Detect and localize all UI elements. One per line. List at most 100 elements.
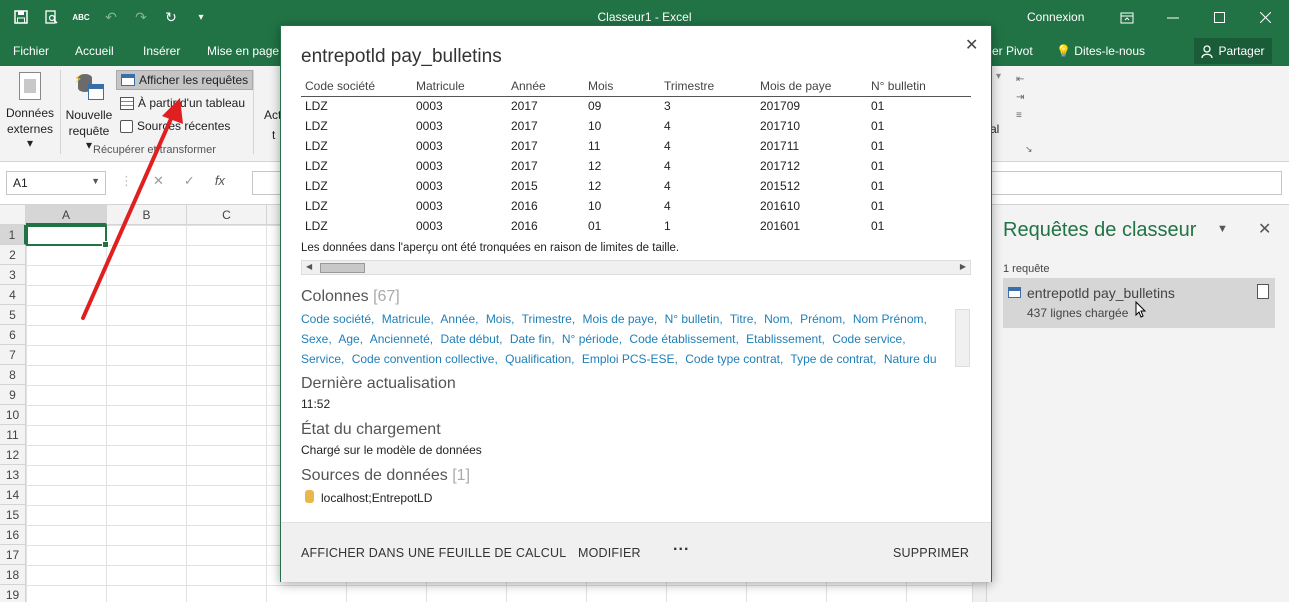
from-table-label: À partir d'un tableau xyxy=(138,96,246,110)
recent-sources-button[interactable]: Sources récentes xyxy=(116,116,234,136)
column-header-c[interactable]: C xyxy=(187,205,267,225)
column-link[interactable]: Code société, xyxy=(301,312,374,326)
chevron-down-icon[interactable]: ▼ xyxy=(1217,223,1228,235)
table-cell: 0003 xyxy=(416,159,443,173)
horizontal-scrollbar[interactable]: ◀ ▶ xyxy=(301,260,971,275)
minimize-icon[interactable] xyxy=(1150,0,1196,35)
column-link[interactable]: Sexe, xyxy=(301,332,332,346)
column-link[interactable]: Etablissement, xyxy=(746,332,825,346)
ribbon-separator xyxy=(253,70,254,154)
tab-insert[interactable]: Insérer xyxy=(143,44,180,58)
row-header[interactable]: 4 xyxy=(0,285,26,305)
column-link[interactable]: Qualification, xyxy=(505,352,574,366)
enter-icon[interactable]: ✓ xyxy=(184,173,195,189)
tab-power-pivot[interactable]: er Pivot xyxy=(992,44,1033,58)
row-header[interactable]: 14 xyxy=(0,485,26,505)
column-link[interactable]: Prénom, xyxy=(800,312,845,326)
refresh-all-partial-label[interactable]: Act xyxy=(264,108,281,122)
external-data-button[interactable]: Données externes ▾ xyxy=(5,72,55,150)
close-icon[interactable]: ✕ xyxy=(965,35,978,55)
refresh-document-icon[interactable] xyxy=(1257,284,1269,299)
column-link[interactable]: Age, xyxy=(338,332,363,346)
ribbon-separator xyxy=(60,70,61,154)
row-header[interactable]: 13 xyxy=(0,465,26,485)
table-cell: LDZ xyxy=(305,159,328,173)
column-header-b[interactable]: B xyxy=(107,205,187,225)
tab-page-layout[interactable]: Mise en page xyxy=(207,44,279,58)
insert-function-icon[interactable]: fx xyxy=(215,173,225,189)
column-link[interactable]: Mois, xyxy=(486,312,515,326)
scroll-left-icon[interactable]: ◀ xyxy=(306,262,312,271)
column-link[interactable]: Code type contrat, xyxy=(685,352,783,366)
row-header[interactable]: 8 xyxy=(0,365,26,385)
table-cell: 201711 xyxy=(760,139,800,153)
tell-me-box[interactable]: 💡 Dites-le-nous xyxy=(1056,44,1145,58)
dialog-launcher-icon[interactable]: ↘ xyxy=(1025,144,1033,155)
column-link[interactable]: Matricule, xyxy=(382,312,434,326)
row-header[interactable]: 6 xyxy=(0,325,26,345)
more-options-icon[interactable]: ⋮ xyxy=(120,173,133,189)
ribbon-dropdown-icon[interactable]: ▾ xyxy=(996,71,1001,82)
tab-home[interactable]: Accueil xyxy=(75,44,114,58)
sign-in-link[interactable]: Connexion xyxy=(1027,10,1084,24)
from-table-button[interactable]: À partir d'un tableau xyxy=(116,93,249,113)
modify-button[interactable]: MODIFIER xyxy=(578,546,641,560)
row-header[interactable]: 12 xyxy=(0,445,26,465)
column-link[interactable]: Année, xyxy=(440,312,478,326)
name-box[interactable]: A1 ▼ xyxy=(6,171,106,195)
more-options-button[interactable]: ··· xyxy=(673,541,690,559)
select-all-corner[interactable] xyxy=(0,205,26,225)
row-header[interactable]: 18 xyxy=(0,565,26,585)
row-header[interactable]: 17 xyxy=(0,545,26,565)
close-icon[interactable]: ✕ xyxy=(1258,219,1271,239)
column-link[interactable]: Nom, xyxy=(764,312,793,326)
cancel-icon[interactable]: ✕ xyxy=(153,173,164,189)
queries-list-icon xyxy=(121,74,135,86)
row-header[interactable]: 2 xyxy=(0,245,26,265)
close-window-icon[interactable] xyxy=(1242,0,1288,35)
show-queries-button[interactable]: Afficher les requêtes xyxy=(116,70,254,90)
column-link[interactable]: Ancienneté, xyxy=(370,332,433,346)
column-header-a[interactable]: A xyxy=(26,205,107,225)
row-header[interactable]: 15 xyxy=(0,505,26,525)
row-header[interactable]: 1 xyxy=(0,225,26,245)
show-in-sheet-button[interactable]: AFFICHER DANS UNE FEUILLE DE CALCUL xyxy=(301,546,566,560)
row-header[interactable]: 5 xyxy=(0,305,26,325)
row-header[interactable]: 3 xyxy=(0,265,26,285)
maximize-icon[interactable] xyxy=(1196,0,1242,35)
column-link[interactable]: N° période, xyxy=(562,332,622,346)
scrollbar-thumb[interactable] xyxy=(320,263,365,273)
column-link[interactable]: Type de contrat, xyxy=(790,352,876,366)
column-link[interactable]: Code établissement, xyxy=(629,332,738,346)
column-link[interactable]: Nom Prénom, xyxy=(853,312,927,326)
column-link[interactable]: Code service, xyxy=(832,332,905,346)
row-header[interactable]: 16 xyxy=(0,525,26,545)
column-link[interactable]: Date fin, xyxy=(510,332,555,346)
row-header[interactable]: 11 xyxy=(0,425,26,445)
new-query-button[interactable]: ⚡ Nouvelle requête ▾ xyxy=(64,72,114,152)
columns-scrollbar[interactable] xyxy=(955,309,970,367)
column-link[interactable]: Code convention collective, xyxy=(352,352,498,366)
tab-file[interactable]: Fichier xyxy=(13,44,49,58)
share-button[interactable]: Partager xyxy=(1194,38,1272,64)
row-header[interactable]: 7 xyxy=(0,345,26,365)
selected-cell[interactable] xyxy=(26,225,109,248)
column-link[interactable]: Date début, xyxy=(440,332,502,346)
column-link[interactable]: N° bulletin, xyxy=(665,312,723,326)
chevron-down-icon[interactable]: ▼ xyxy=(91,176,100,186)
row-header[interactable]: 10 xyxy=(0,405,26,425)
ribbon-outline-icons[interactable]: ⇤ ⇥ ≡ xyxy=(1016,71,1024,125)
column-link[interactable]: Mois de paye, xyxy=(583,312,658,326)
ribbon-display-options-icon[interactable] xyxy=(1104,0,1150,35)
scroll-right-icon[interactable]: ▶ xyxy=(960,262,966,271)
column-link[interactable]: Trimestre, xyxy=(522,312,576,326)
table-cell: 201710 xyxy=(760,119,801,133)
row-header[interactable]: 9 xyxy=(0,385,26,405)
table-cell: LDZ xyxy=(305,179,328,193)
column-link[interactable]: Titre, xyxy=(730,312,757,326)
table-icon xyxy=(120,96,134,110)
delete-button[interactable]: SUPPRIMER xyxy=(893,546,969,560)
row-header[interactable]: 19 xyxy=(0,585,26,602)
column-link[interactable]: Service, xyxy=(301,352,344,366)
column-link[interactable]: Emploi PCS-ESE, xyxy=(582,352,678,366)
